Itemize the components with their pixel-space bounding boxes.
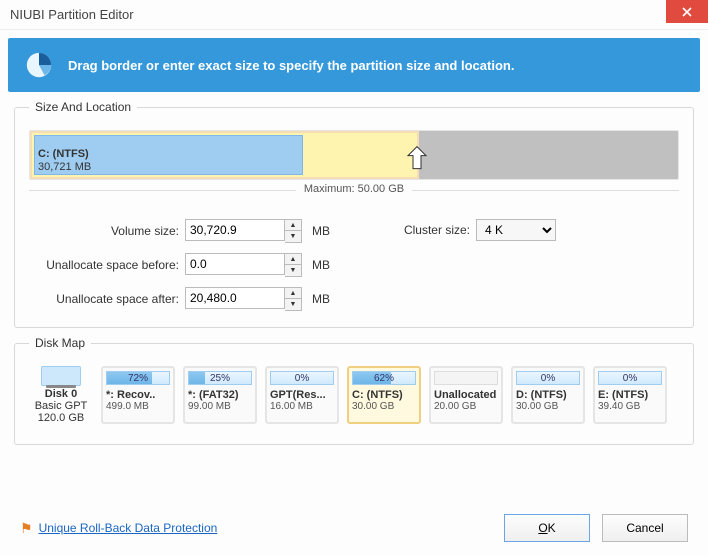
footer-bar: ⚑ Unique Roll-Back Data Protection OK Ca…	[0, 500, 708, 556]
unalloc-before-input[interactable]	[185, 253, 285, 275]
partition-size: 20.00 GB	[434, 401, 498, 412]
flame-icon: ⚑	[20, 520, 33, 537]
cancel-button[interactable]: Cancel	[602, 514, 688, 542]
unalloc-before-unit: MB	[312, 258, 330, 272]
disk-name: Disk 0	[29, 388, 93, 400]
partition-name: *: Recov..	[106, 389, 170, 401]
partition-label: C: (NTFS)	[38, 148, 411, 161]
size-location-legend: Size And Location	[29, 100, 137, 114]
partition-name: E: (NTFS)	[598, 389, 662, 401]
volume-size-input[interactable]	[185, 219, 285, 241]
partition-size: 499.0 MB	[106, 401, 170, 412]
disk-map-legend: Disk Map	[29, 336, 91, 350]
disk-map-group: Disk Map Disk 0 Basic GPT 120.0 GB 72% *:…	[14, 336, 694, 445]
window-title: NIUBI Partition Editor	[10, 7, 134, 22]
partition-box[interactable]: 62% C: (NTFS)30.00 GB	[347, 366, 421, 424]
close-icon	[682, 7, 692, 17]
unalloc-after-label: Unallocate space after:	[29, 292, 179, 306]
unalloc-after-spinner[interactable]: ▲▼	[285, 287, 302, 311]
unalloc-after-input[interactable]	[185, 287, 285, 309]
cluster-size-select[interactable]: 4 K	[476, 219, 556, 241]
partition-box[interactable]: Unallocated20.00 GB	[429, 366, 503, 424]
partition-box[interactable]: 72% *: Recov..499.0 MB	[101, 366, 175, 424]
titlebar[interactable]: NIUBI Partition Editor	[0, 0, 708, 30]
partition-usage-bar: 72%	[106, 371, 170, 385]
piechart-icon	[24, 50, 54, 80]
unalloc-before-spinner[interactable]: ▲▼	[285, 253, 302, 277]
partition-name: Unallocated	[434, 389, 498, 401]
unalloc-before-label: Unallocate space before:	[29, 258, 179, 272]
partition-size: 30.00 GB	[516, 401, 580, 412]
partition-name: *: (FAT32)	[188, 389, 252, 401]
rollback-link[interactable]: Unique Roll-Back Data Protection	[39, 521, 218, 535]
partition-box[interactable]: 25% *: (FAT32)99.00 MB	[183, 366, 257, 424]
size-location-group: Size And Location C: (NTFS) 30,721 MB Ma…	[14, 100, 694, 328]
partition-box[interactable]: 0% GPT(Res...16.00 MB	[265, 366, 339, 424]
unalloc-after-unit: MB	[312, 292, 330, 306]
partition-resize-bar[interactable]: C: (NTFS) 30,721 MB	[29, 130, 679, 180]
partition-box[interactable]: 0% D: (NTFS)30.00 GB	[511, 366, 585, 424]
cluster-size-label: Cluster size:	[390, 223, 470, 237]
banner-text: Drag border or enter exact size to speci…	[68, 58, 514, 73]
partition-usage-bar: 0%	[516, 371, 580, 385]
partition-size-text: 30,721 MB	[38, 161, 411, 173]
partition-usage-bar: 25%	[188, 371, 252, 385]
partition-usage-bar	[434, 371, 498, 385]
partition-size: 99.00 MB	[188, 401, 252, 412]
disk-info: Disk 0 Basic GPT 120.0 GB	[29, 366, 93, 424]
partition-size: 30.00 GB	[352, 401, 416, 412]
partition-size: 39.40 GB	[598, 401, 662, 412]
hdd-icon	[41, 366, 81, 386]
partition-name: C: (NTFS)	[352, 389, 416, 401]
disk-type: Basic GPT	[29, 400, 93, 412]
partition-name: GPT(Res...	[270, 389, 334, 401]
partition-name: D: (NTFS)	[516, 389, 580, 401]
partition-usage-bar: 0%	[598, 371, 662, 385]
instruction-banner: Drag border or enter exact size to speci…	[8, 38, 700, 92]
maximum-size-line: Maximum: 50.00 GB	[29, 190, 679, 203]
partition-usage-bar: 62%	[352, 371, 416, 385]
close-button[interactable]	[666, 0, 708, 23]
ok-button[interactable]: OK	[504, 514, 590, 542]
volume-size-spinner[interactable]: ▲▼	[285, 219, 302, 243]
partition-box[interactable]: 0% E: (NTFS)39.40 GB	[593, 366, 667, 424]
partition-size: 16.00 MB	[270, 401, 334, 412]
disk-size: 120.0 GB	[29, 412, 93, 424]
volume-size-label: Volume size:	[29, 224, 179, 238]
volume-size-unit: MB	[312, 224, 330, 238]
partition-usage-bar: 0%	[270, 371, 334, 385]
